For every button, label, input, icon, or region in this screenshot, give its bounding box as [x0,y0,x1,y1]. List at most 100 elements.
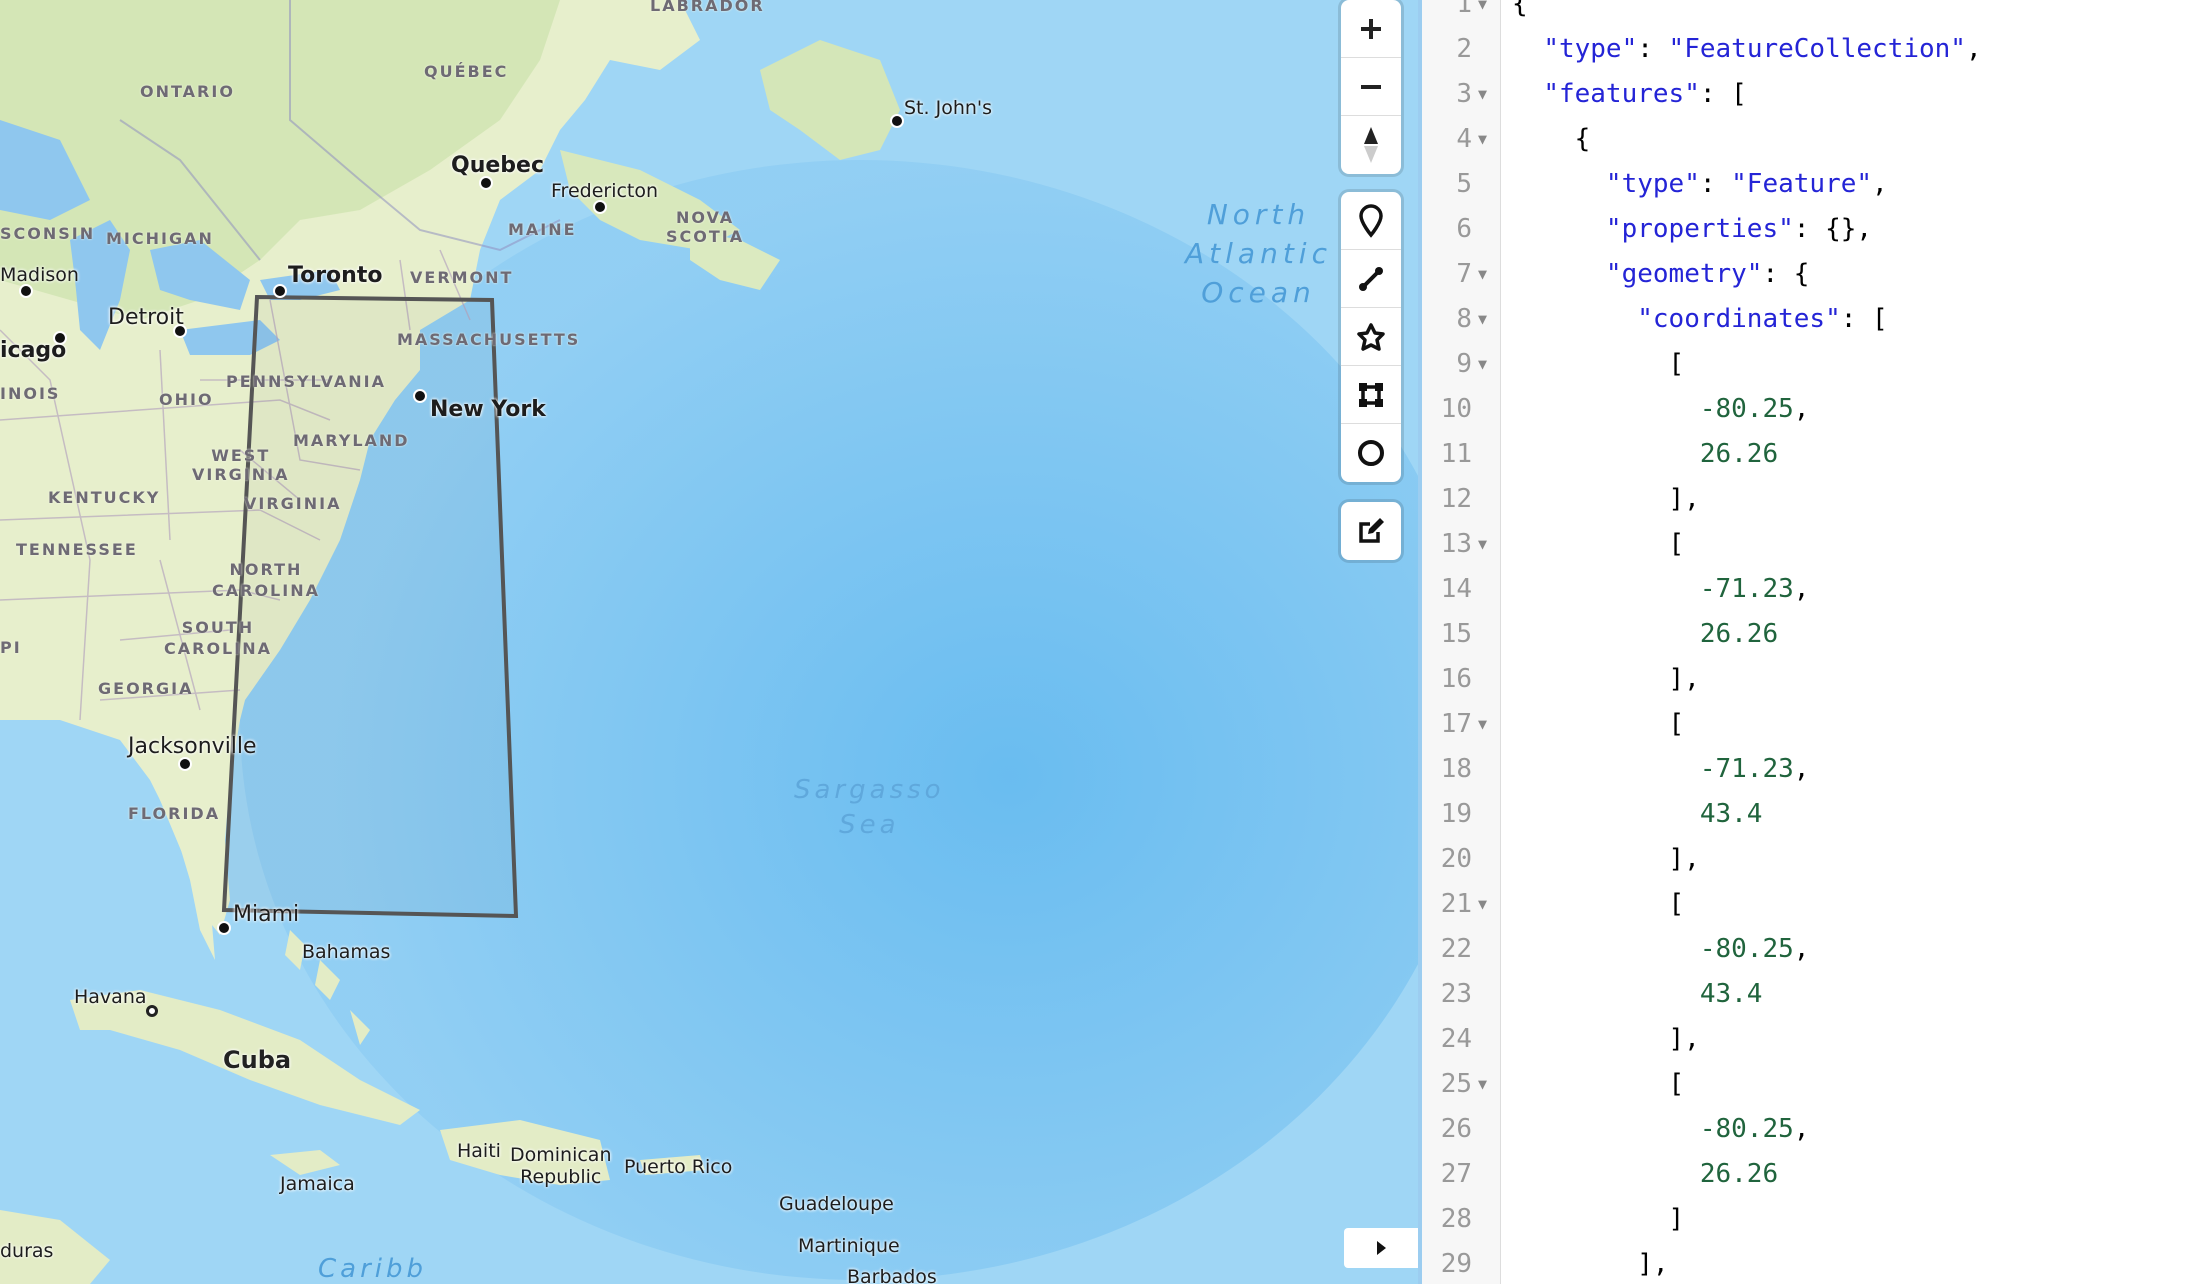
line-number: 24 [1440,1024,1472,1054]
circle-icon [1358,440,1384,466]
code-line[interactable]: 4 ▼ { [1422,117,2202,162]
label-maryland: MARYLAND [293,431,410,450]
code-line[interactable]: 6 "properties": {}, [1422,207,2202,252]
code-line[interactable]: 14 -71.23, [1422,567,2202,612]
code-text: [ [1512,1069,1685,1099]
code-line[interactable]: 26 -80.25, [1422,1107,2202,1152]
fold-toggle-icon[interactable]: ▼ [1478,0,1487,27]
line-number: 22 [1440,934,1472,964]
code-text: [ [1512,889,1685,919]
code-text: -71.23, [1699,754,1810,784]
code-line[interactable]: 25 ▼ [ [1422,1062,2202,1107]
city-marker [273,284,287,298]
code-line[interactable]: 28 ] [1422,1197,2202,1242]
code-line[interactable]: 20 ], [1422,837,2202,882]
line-number: 25 [1440,1069,1472,1099]
city-st-johns: St. John's [904,97,993,119]
line-number: 5 [1456,169,1472,199]
code-line[interactable]: 12 ], [1422,477,2202,522]
code-line[interactable]: 24 ], [1422,1017,2202,1062]
draw-circle-button[interactable] [1341,424,1401,482]
label-bahamas: Bahamas [302,941,391,963]
draw-marker-button[interactable] [1341,192,1401,250]
code-line[interactable]: 8 ▼ "coordinates": [ [1422,297,2202,342]
city-marker [413,389,427,403]
fold-toggle-icon[interactable]: ▼ [1478,1062,1487,1107]
code-line[interactable]: 17 ▼ [ [1422,702,2202,747]
code-line[interactable]: 21 ▼ [ [1422,882,2202,927]
code-text: -80.25, [1699,934,1810,964]
line-number: 14 [1440,574,1472,604]
city-miami: Miami [233,902,300,927]
label-caribbean: Caribb [318,1254,428,1284]
code-line[interactable]: 13 ▼ [ [1422,522,2202,567]
code-line[interactable]: 27 26.26 [1422,1152,2202,1197]
label-labrador: LABRADOR [650,0,765,15]
draw-toolbar [1341,192,1401,482]
code-line[interactable]: 9 ▼ [ [1422,342,2202,387]
fold-toggle-icon[interactable]: ▼ [1478,72,1487,117]
code-line[interactable]: 15 26.26 [1422,612,2202,657]
city-marker [19,284,33,298]
label-sargasso-sea: Sargasso Sea [794,775,945,840]
zoom-out-button[interactable] [1341,58,1401,116]
fold-toggle-icon[interactable]: ▼ [1478,522,1487,567]
geojson-editor[interactable]: 1 ▼{2 "type": "FeatureCollection", 3 ▼ "fea… [1422,0,2202,1284]
city-marker [178,757,192,771]
line-number: 8 [1456,304,1472,334]
label-haiti: Haiti [457,1140,501,1162]
draw-polygon-button[interactable] [1341,308,1401,366]
zoom-in-button[interactable] [1341,0,1401,58]
draw-line-button[interactable] [1341,250,1401,308]
code-text: "type": "Feature", [1605,169,1888,199]
fold-toggle-icon[interactable]: ▼ [1478,882,1487,927]
map-canvas[interactable]: ONTARIO QUÉBEC LABRADOR MICHIGAN SCONSIN… [0,0,1418,1284]
fold-toggle-icon[interactable]: ▼ [1478,297,1487,342]
line-number: 19 [1440,799,1472,829]
code-line[interactable]: 3 ▼ "features": [ [1422,72,2202,117]
fold-toggle-icon[interactable]: ▼ [1478,117,1487,162]
line-number: 15 [1440,619,1472,649]
code-line[interactable]: 1 ▼ { [1422,0,2202,27]
code-line[interactable]: 19 43.4 [1422,792,2202,837]
label-vermont: VERMONT [410,268,514,287]
code-text: { [1512,124,1591,154]
code-text: -80.25, [1699,394,1810,424]
code-line[interactable]: 22 -80.25, [1422,927,2202,972]
line-number: 3 [1456,79,1472,109]
city-jacksonville: Jacksonville [128,734,257,759]
label-quebec-province: QUÉBEC [424,62,509,81]
draw-rectangle-button[interactable] [1341,366,1401,424]
code-text: 26.26 [1699,439,1779,469]
line-number: 23 [1440,979,1472,1009]
line-number: 29 [1440,1249,1472,1279]
line-number: 4 [1456,124,1472,154]
code-line[interactable]: 2 "type": "FeatureCollection", [1422,27,2202,72]
code-text: ], [1512,1024,1700,1054]
code-line[interactable]: 5 "type": "Feature", [1422,162,2202,207]
edit-layers-button[interactable] [1341,502,1401,560]
fold-toggle-icon[interactable]: ▼ [1478,342,1487,387]
line-number: 26 [1440,1114,1472,1144]
code-text: "properties": {}, [1605,214,1873,244]
code-line[interactable]: 29 ], [1422,1242,2202,1284]
city-madison: Madison [0,264,79,286]
code-line[interactable]: 18 -71.23, [1422,747,2202,792]
code-line[interactable]: 10 -80.25, [1422,387,2202,432]
code-line[interactable]: 23 43.4 [1422,972,2202,1017]
code-text: 26.26 [1699,619,1779,649]
rectangle-icon [1359,382,1383,407]
code-line[interactable]: 11 26.26 [1422,432,2202,477]
collapse-sidebar-button[interactable] [1344,1228,1418,1268]
code-line[interactable]: 7 ▼ "geometry": { [1422,252,2202,297]
line-number: 18 [1440,754,1472,784]
reset-bearing-button[interactable] [1341,116,1401,174]
label-honduras: duras [0,1240,54,1262]
label-cuba: Cuba [223,1046,292,1074]
line-number: 13 [1440,529,1472,559]
code-text: -71.23, [1699,574,1810,604]
code-text: "features": [ [1543,79,1747,109]
fold-toggle-icon[interactable]: ▼ [1478,702,1487,747]
fold-toggle-icon[interactable]: ▼ [1478,252,1487,297]
code-line[interactable]: 16 ], [1422,657,2202,702]
